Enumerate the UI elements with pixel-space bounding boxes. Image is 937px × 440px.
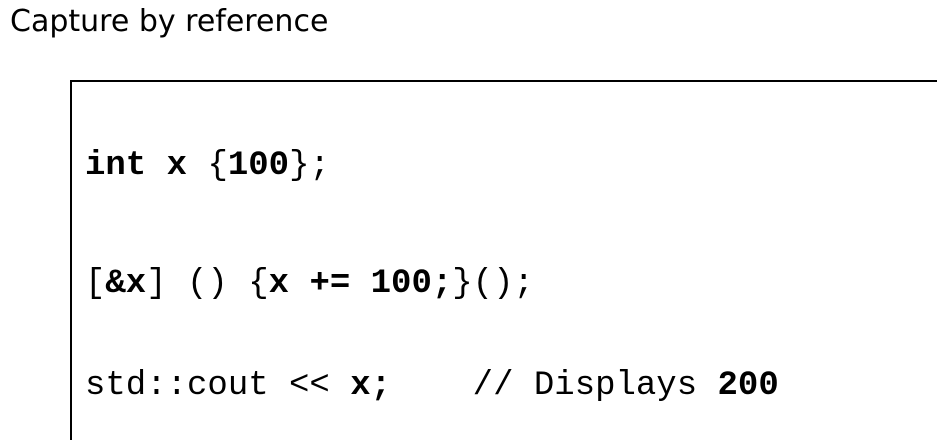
- slide-title: Capture by reference: [10, 4, 329, 39]
- lambda-body: x += 100;: [268, 265, 453, 303]
- capture-reference-x: &x: [105, 265, 147, 303]
- output-result: 200: [717, 367, 779, 405]
- code-comment: // Displays: [391, 367, 718, 405]
- keyword-int: int: [85, 147, 147, 185]
- variable-x: x: [166, 147, 188, 185]
- output-variable-x: x;: [350, 367, 392, 405]
- capture-bracket-open: [: [85, 265, 106, 303]
- code-line-lambda: [&x] () {x += 100;}();: [85, 265, 534, 303]
- brace-close-semicolon: };: [289, 147, 330, 185]
- code-line-declaration: int x {100};: [85, 147, 330, 185]
- init-value: 100: [227, 147, 290, 185]
- code-line-output: std::cout << x; // Displays 200: [85, 367, 779, 405]
- lambda-invoke: }();: [452, 265, 534, 303]
- brace-open: {: [207, 147, 228, 185]
- lambda-params-brace: ] () {: [146, 265, 269, 303]
- cout-stream: std::cout <<: [85, 367, 351, 405]
